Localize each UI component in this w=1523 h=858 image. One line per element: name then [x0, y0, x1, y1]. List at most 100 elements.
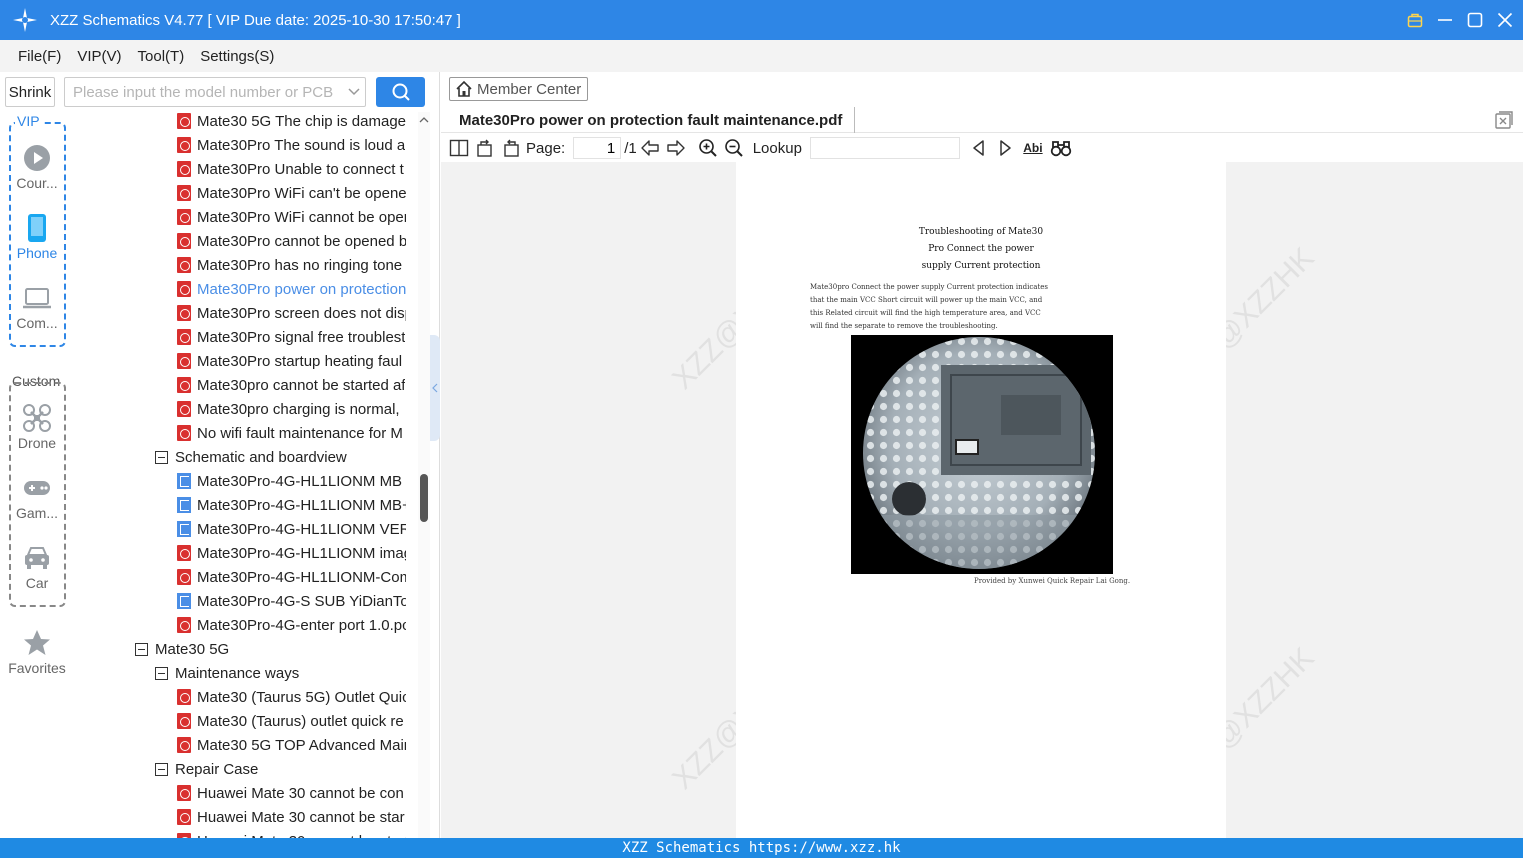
zoom-out-icon[interactable] [723, 137, 745, 159]
tree-file[interactable]: Huawei Mate 30 cannot be start [177, 829, 406, 838]
scroll-thumb[interactable] [420, 474, 428, 522]
bag-icon[interactable] [1407, 12, 1423, 28]
binoculars-icon[interactable] [1050, 137, 1072, 159]
scroll-up-icon[interactable] [418, 114, 430, 126]
rotate-left-icon[interactable] [474, 137, 496, 159]
search-input[interactable] [73, 83, 343, 101]
menu-file[interactable]: File(F) [10, 48, 69, 65]
match-case-icon[interactable]: Abi [1020, 137, 1046, 159]
tree-item-label: Mate30Pro Unable to connect t [197, 160, 404, 178]
panel-splitter-handle[interactable] [430, 335, 440, 441]
tree-file[interactable]: Mate30 (Taurus 5G) Outlet Quic [177, 685, 406, 709]
pdf-title-line: supply Current protection [921, 261, 1041, 271]
maximize-button[interactable] [1467, 12, 1483, 28]
search-button[interactable] [376, 77, 425, 107]
pdf-file-icon [177, 281, 191, 297]
tree-file[interactable]: Mate30pro charging is normal, [177, 397, 406, 421]
tree-file[interactable]: Mate30Pro-4G-S SUB YiDianTon [177, 589, 406, 613]
sidebar-item-phone[interactable]: Phone [0, 213, 74, 261]
pdf-file-icon [177, 329, 191, 345]
pdf-file-icon [177, 401, 191, 417]
collapse-icon [155, 762, 168, 776]
tree-folder[interactable]: Repair Case [155, 757, 406, 781]
pdf-file-icon [177, 617, 191, 633]
pdf-viewer[interactable]: XZZ@XZZHK XZZ@XZZHK XZZ@XZZHK XZZ@XZZHK … [441, 162, 1523, 838]
lookup-input[interactable] [809, 137, 960, 159]
tree-item-label: Mate30Pro The sound is loud a [197, 136, 406, 154]
tree-scrollbar[interactable] [418, 112, 430, 838]
sidebar-item-course[interactable]: Cour... [0, 143, 74, 191]
tree-file[interactable]: Mate30pro cannot be started af [177, 373, 406, 397]
schematic-file-icon [177, 497, 191, 513]
close-tab-icon[interactable] [1495, 111, 1513, 129]
tree-item-label: No wifi fault maintenance for M [197, 424, 403, 442]
left-panel: Shrink VIP Cour... Phon [0, 72, 440, 838]
tree-file[interactable]: Mate30Pro The sound is loud a [177, 133, 406, 157]
tree-file[interactable]: Mate30Pro-4G-HL1LIONM imag [177, 541, 406, 565]
document-tab[interactable]: Mate30Pro power on protection fault main… [449, 107, 856, 133]
tree-file[interactable]: Mate30 5G TOP Advanced Main [177, 733, 406, 757]
chevron-down-icon[interactable] [343, 81, 365, 103]
find-previous-icon[interactable] [968, 137, 990, 159]
search-combobox[interactable] [64, 77, 366, 107]
car-icon [0, 543, 74, 573]
close-button[interactable] [1497, 12, 1513, 28]
tree-file[interactable]: Mate30 5G The chip is damaged [177, 112, 406, 133]
tree-item-label: Mate30Pro WiFi cannot be oper [197, 208, 406, 226]
sidebar-item-game[interactable]: Gam... [0, 473, 74, 521]
tree-file[interactable]: Mate30Pro-4G-HL1LIONM MB V [177, 469, 406, 493]
arrow-left-icon[interactable] [639, 137, 661, 159]
tree-file[interactable]: Mate30Pro-4G-HL1LIONM MB+ [177, 493, 406, 517]
pdf-file-icon [177, 353, 191, 369]
sidebar-item-label: Gam... [15, 505, 58, 521]
tree-file[interactable]: Huawei Mate 30 cannot be star [177, 805, 406, 829]
page-number-input[interactable] [573, 137, 622, 159]
file-tree: Mate30 5G The chip is damaged Mate30Pro T… [74, 112, 418, 838]
menu-vip[interactable]: VIP(V) [69, 48, 129, 65]
tree-file[interactable]: Mate30Pro WiFi cannot be oper [177, 205, 406, 229]
tree-file[interactable]: Mate30Pro-4G-HL1LIONM-Com [177, 565, 406, 589]
shrink-button[interactable]: Shrink [5, 77, 55, 107]
tree-file[interactable]: Mate30Pro startup heating faul [177, 349, 406, 373]
tree-file[interactable]: Mate30Pro signal free troublest [177, 325, 406, 349]
two-page-view-icon[interactable] [448, 137, 470, 159]
arrow-right-icon[interactable] [665, 137, 687, 159]
sidebar-item-drone[interactable]: Drone [0, 403, 74, 451]
tree-item-label: Mate30Pro startup heating faul [197, 352, 403, 370]
tree-folder[interactable]: Maintenance ways [155, 661, 406, 685]
tree-file[interactable]: No wifi fault maintenance for M [177, 421, 406, 445]
schematic-file-icon [177, 473, 191, 489]
sidebar-item-computer[interactable]: Com... [0, 283, 74, 331]
tree-folder[interactable]: Schematic and boardview [155, 445, 406, 469]
tree-file[interactable]: Mate30Pro-4G-HL1LIONM VER. [177, 517, 406, 541]
tree-file[interactable]: Mate30Pro screen does not disp [177, 301, 406, 325]
sidebar-item-car[interactable]: Car [0, 543, 74, 591]
tree-file[interactable]: Mate30Pro has no ringing tone [177, 253, 406, 277]
member-center-button[interactable]: Member Center [449, 77, 588, 101]
tree-file[interactable]: Mate30Pro WiFi can't be opene [177, 181, 406, 205]
drone-icon [0, 403, 74, 433]
pdf-title-line: Pro Connect the power [928, 244, 1034, 254]
tree-file[interactable]: Mate30 (Taurus) outlet quick re [177, 709, 406, 733]
tree-file[interactable]: Huawei Mate 30 cannot be con [177, 781, 406, 805]
tree-item-label: Mate30Pro-4G-HL1LIONM imag [197, 544, 406, 562]
sidebar-item-label: Com... [16, 315, 58, 331]
tree-file[interactable]: Mate30Pro-4G-enter port 1.0.pc [177, 613, 406, 637]
tree-item-label: Mate30 (Taurus 5G) Outlet Quic [197, 688, 406, 706]
tree-folder[interactable]: Mate30 5G [135, 637, 406, 661]
sidebar-item-favorites[interactable]: Favorites [0, 628, 74, 676]
tree-file[interactable]: Mate30Pro Unable to connect t [177, 157, 406, 181]
zoom-in-icon[interactable] [697, 137, 719, 159]
find-next-icon[interactable] [994, 137, 1016, 159]
menu-settings[interactable]: Settings(S) [192, 48, 282, 65]
minimize-button[interactable] [1437, 12, 1453, 28]
tree-item-label: Mate30Pro signal free troublest [197, 328, 406, 346]
document-tab-title: Mate30Pro power on protection fault main… [459, 111, 843, 129]
tree-file[interactable]: Mate30Pro cannot be opened b [177, 229, 406, 253]
menu-tool[interactable]: Tool(T) [130, 48, 193, 65]
pdf-file-icon [177, 569, 191, 585]
rotate-right-icon[interactable] [500, 137, 522, 159]
pdf-file-icon [177, 257, 191, 273]
collapse-icon [135, 642, 148, 656]
tree-file[interactable]: Mate30Pro power on protection [177, 277, 406, 301]
